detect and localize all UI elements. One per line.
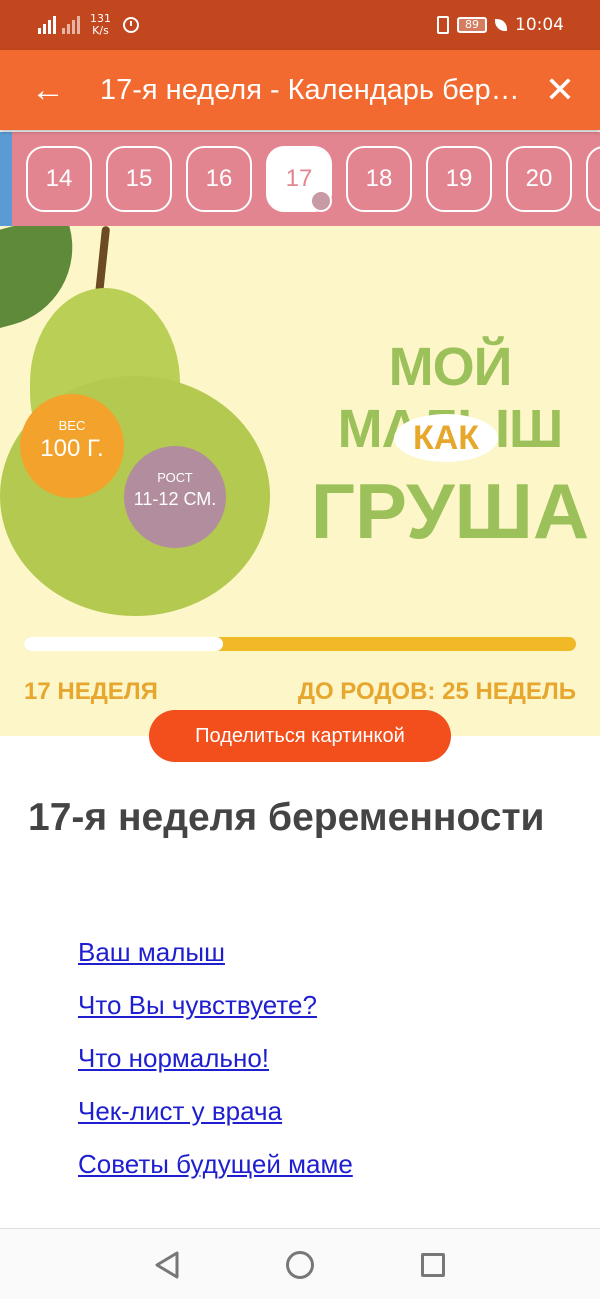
signal-2-icon xyxy=(62,16,80,34)
weight-value: 100 Г. xyxy=(40,435,104,462)
week-item[interactable]: 19 xyxy=(426,146,492,212)
nav-recents-icon[interactable] xyxy=(421,1253,445,1277)
pregnancy-progress-bar xyxy=(24,637,576,651)
week-item-partial[interactable] xyxy=(586,146,600,212)
week-banner-image: ВЕС 100 Г. РОСТ 11-12 СМ. МОЙ МАЛЫШ КАК … xyxy=(0,226,600,736)
power-saving-icon xyxy=(495,19,507,31)
week-item[interactable]: 16 xyxy=(186,146,252,212)
avatar xyxy=(310,190,332,212)
slogan-kak: КАК xyxy=(394,414,498,462)
nav-back-icon[interactable] xyxy=(154,1251,180,1279)
link-feelings[interactable]: Что Вы чувствуете? xyxy=(78,979,353,1032)
section-links: Ваш малыш Что Вы чувствуете? Что нормаль… xyxy=(78,926,353,1191)
week-item[interactable]: 14 xyxy=(26,146,92,212)
height-label: РОСТ xyxy=(157,470,193,485)
link-your-baby[interactable]: Ваш малыш xyxy=(78,926,353,979)
height-value: 11-12 СМ. xyxy=(133,489,217,509)
network-speed: 131 K/s xyxy=(90,12,111,37)
article-heading: 17-я неделя беременности xyxy=(28,796,545,839)
weeks-to-birth-label: ДО РОДОВ: 25 НЕДЕЛЬ xyxy=(297,678,576,705)
week-item[interactable]: 15 xyxy=(106,146,172,212)
week-item[interactable]: 18 xyxy=(346,146,412,212)
vibrate-icon xyxy=(437,16,449,34)
week-item[interactable]: 20 xyxy=(506,146,572,212)
clock: 10:04 xyxy=(515,15,564,35)
week-item-selected[interactable]: 17 xyxy=(266,146,332,212)
link-normal[interactable]: Что нормально! xyxy=(78,1032,353,1085)
progress-fill xyxy=(24,637,223,651)
nav-home-icon[interactable] xyxy=(286,1251,314,1279)
battery-icon: 89 xyxy=(457,17,487,33)
app-bar: ← 17-я неделя - Календарь беременности ✕ xyxy=(0,50,600,130)
back-arrow-icon[interactable]: ← xyxy=(26,68,70,112)
alarm-icon xyxy=(123,17,139,33)
weight-badge: ВЕС 100 Г. xyxy=(20,394,124,498)
status-left: 131 K/s xyxy=(38,10,139,40)
system-nav-bar xyxy=(0,1228,600,1299)
close-icon[interactable]: ✕ xyxy=(538,68,582,112)
slogan-fruit: ГРУША xyxy=(310,467,590,555)
current-week-label: 17 НЕДЕЛЯ xyxy=(24,678,158,705)
week-selector: 14 15 16 17 18 19 20 xyxy=(0,132,600,226)
weight-label: ВЕС xyxy=(58,418,86,433)
link-tips[interactable]: Советы будущей маме xyxy=(78,1138,353,1191)
status-bar: 131 K/s 89 10:04 xyxy=(0,0,600,50)
page-title: 17-я неделя - Календарь беременности xyxy=(100,74,520,106)
week-number: 17 xyxy=(285,165,313,192)
status-right: 89 10:04 xyxy=(437,12,564,38)
signal-icon xyxy=(38,16,56,34)
strip-accent xyxy=(0,132,12,226)
link-doctor-checklist[interactable]: Чек-лист у врача xyxy=(78,1085,353,1138)
height-badge: РОСТ 11-12 СМ. xyxy=(124,446,226,548)
share-image-button[interactable]: Поделиться картинкой xyxy=(149,710,451,762)
